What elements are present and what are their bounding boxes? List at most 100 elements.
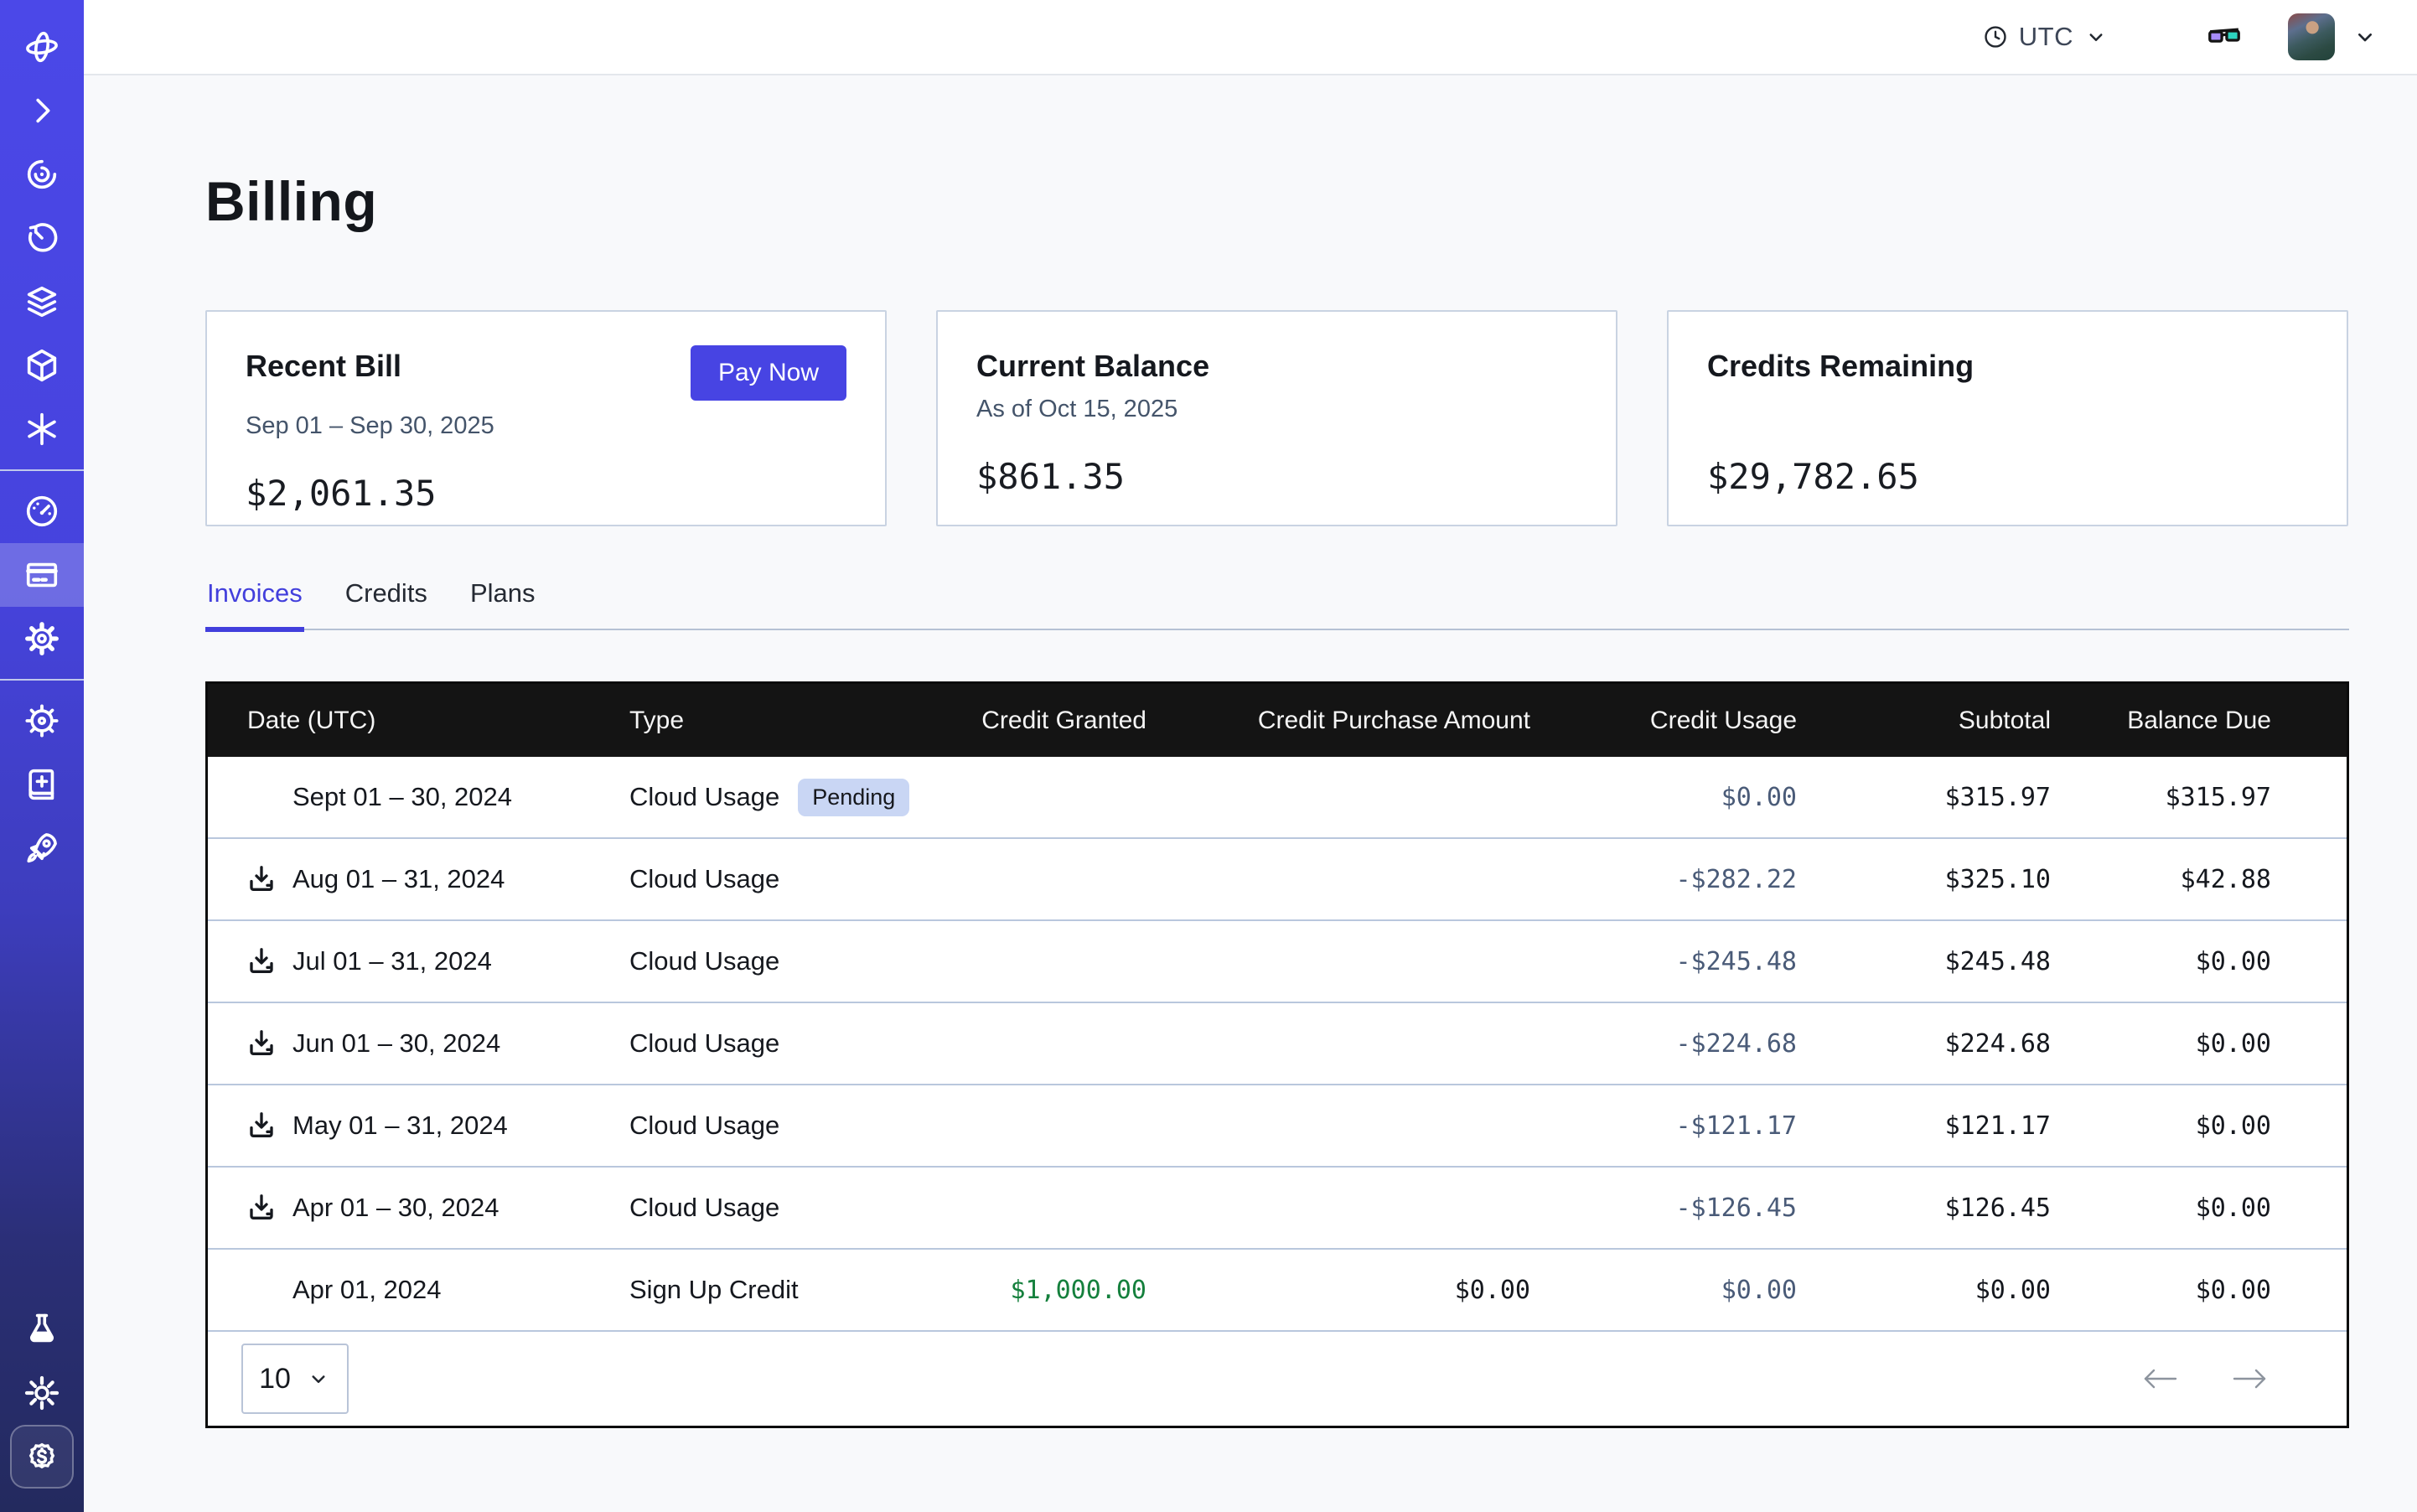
invoices-table: Date (UTC) Type Credit Granted Credit Pu… — [205, 681, 2349, 1428]
download-invoice-icon[interactable] — [245, 945, 278, 978]
sun-icon[interactable] — [0, 1361, 84, 1425]
credits-remaining-card: Credits Remaining $29,782.65 — [1667, 310, 2348, 526]
recent-bill-card: Recent Bill Pay Now Sep 01 – Sep 30, 202… — [205, 310, 887, 526]
billing-card-icon — [23, 556, 61, 594]
sidebar — [0, 0, 84, 1512]
table-row: Aug 01 – 31, 2024 Cloud Usage -$282.22 $… — [208, 839, 2347, 921]
main-content: Billing Recent Bill Pay Now Sep 01 – Sep… — [84, 75, 2417, 1428]
helm-wheel-icon[interactable] — [0, 689, 84, 753]
tab-credits[interactable]: Credits — [344, 578, 429, 632]
page-size-select[interactable]: 10 — [241, 1344, 349, 1414]
invoice-type: Cloud Usage — [629, 946, 779, 976]
credit-usage-value: $0.00 — [1530, 783, 1797, 812]
credit-usage-value: $0.00 — [1530, 1276, 1797, 1305]
invoice-date: Apr 01, 2024 — [292, 1275, 442, 1305]
prev-page-button[interactable] — [2140, 1365, 2179, 1392]
card-amount: $2,061.35 — [246, 473, 846, 514]
credit-usage-value: -$224.68 — [1530, 1029, 1797, 1059]
download-invoice-icon[interactable] — [245, 1027, 278, 1060]
col-balance-due: Balance Due — [2051, 707, 2271, 735]
cube-icon[interactable] — [0, 334, 84, 397]
card-subtitle: As of Oct 15, 2025 — [976, 396, 1577, 426]
topbar: UTC — [84, 0, 2417, 75]
credit-usage-value: -$282.22 — [1530, 865, 1797, 894]
col-credit-granted: Credit Granted — [923, 707, 1146, 735]
col-subtotal: Subtotal — [1797, 707, 2051, 735]
clock-icon — [1982, 23, 2009, 50]
timezone-label: UTC — [2019, 22, 2073, 52]
col-credit-purchase: Credit Purchase Amount — [1146, 707, 1530, 735]
chevron-right-icon[interactable] — [0, 79, 84, 142]
asterisk-icon[interactable] — [0, 397, 84, 461]
tab-invoices[interactable]: Invoices — [205, 578, 304, 632]
next-page-button[interactable] — [2231, 1365, 2269, 1392]
glasses-button[interactable] — [2206, 18, 2243, 55]
subtotal-value: $315.97 — [1797, 783, 2051, 812]
subtotal-value: $325.10 — [1797, 865, 2051, 894]
spiral-scan-icon[interactable] — [0, 142, 84, 206]
tab-plans[interactable]: Plans — [468, 578, 537, 632]
subtotal-value: $224.68 — [1797, 1029, 2051, 1059]
status-badge: Pending — [798, 779, 909, 816]
col-credit-usage: Credit Usage — [1530, 707, 1797, 735]
credit-granted-value: $1,000.00 — [923, 1276, 1146, 1305]
subtotal-value: $0.00 — [1797, 1276, 2051, 1305]
chevron-down-icon — [2083, 24, 2109, 49]
table-row: Jul 01 – 31, 2024 Cloud Usage -$245.48 $… — [208, 921, 2347, 1003]
download-invoice-icon[interactable] — [245, 1109, 278, 1142]
summary-cards: Recent Bill Pay Now Sep 01 – Sep 30, 202… — [205, 310, 2349, 526]
invoice-type: Cloud Usage — [629, 864, 779, 894]
chevron-down-icon — [306, 1366, 331, 1391]
user-avatar — [2288, 13, 2335, 60]
billing-tabs: Invoices Credits Plans — [205, 578, 2349, 630]
invoice-type: Cloud Usage — [629, 782, 779, 812]
book-sparkle-icon[interactable] — [0, 753, 84, 816]
invoice-type: Cloud Usage — [629, 1193, 779, 1223]
invoice-date: Jun 01 – 30, 2024 — [292, 1028, 500, 1059]
table-row: May 01 – 31, 2024 Cloud Usage -$121.17 $… — [208, 1085, 2347, 1168]
card-title: Credits Remaining — [1707, 349, 1974, 384]
invoice-date: Jul 01 – 31, 2024 — [292, 946, 492, 976]
timer-icon[interactable] — [0, 206, 84, 270]
credit-purchase-value: $0.00 — [1146, 1276, 1530, 1305]
pay-now-button[interactable]: Pay Now — [691, 345, 846, 401]
table-row: Sept 01 – 30, 2024 Cloud Usage Pending $… — [208, 757, 2347, 839]
credit-usage-value: -$126.45 — [1530, 1194, 1797, 1223]
table-row: Apr 01, 2024 Sign Up Credit $1,000.00 $0… — [208, 1250, 2347, 1332]
layers-icon[interactable] — [0, 270, 84, 334]
balance-due-value: $42.88 — [2051, 865, 2271, 894]
balance-due-value: $0.00 — [2051, 1194, 2271, 1223]
logo-orbit-icon[interactable] — [0, 15, 84, 79]
sidebar-item-billing[interactable] — [0, 543, 84, 607]
card-subtitle: Sep 01 – Sep 30, 2025 — [246, 412, 846, 443]
subtotal-value: $245.48 — [1797, 947, 2051, 976]
sidebar-divider — [0, 679, 84, 681]
download-invoice-icon[interactable] — [245, 862, 278, 896]
balance-due-value: $0.00 — [2051, 1276, 2271, 1305]
gauge-icon[interactable] — [0, 479, 84, 543]
invoice-date: Apr 01 – 30, 2024 — [292, 1193, 499, 1223]
table-footer: 10 — [208, 1332, 2347, 1426]
card-amount: $861.35 — [976, 456, 1577, 497]
credit-usage-value: -$121.17 — [1530, 1111, 1797, 1141]
balance-due-value: $0.00 — [2051, 1111, 2271, 1141]
col-date: Date (UTC) — [208, 707, 629, 735]
balance-due-value: $315.97 — [2051, 783, 2271, 812]
page-title: Billing — [205, 169, 2349, 233]
rocket-icon[interactable] — [0, 816, 84, 880]
invoice-date: May 01 – 31, 2024 — [292, 1111, 508, 1141]
flask-icon[interactable] — [0, 1297, 84, 1361]
dollar-badge-button[interactable] — [10, 1425, 74, 1489]
gear-icon[interactable] — [0, 607, 84, 671]
timezone-selector[interactable]: UTC — [1982, 22, 2109, 52]
page-size-value: 10 — [259, 1363, 291, 1395]
table-row: Apr 01 – 30, 2024 Cloud Usage -$126.45 $… — [208, 1168, 2347, 1250]
download-invoice-icon[interactable] — [245, 1191, 278, 1225]
chevron-down-icon — [2352, 23, 2378, 50]
table-body: Sept 01 – 30, 2024 Cloud Usage Pending $… — [208, 757, 2347, 1332]
pagination — [2140, 1365, 2269, 1392]
balance-due-value: $0.00 — [2051, 1029, 2271, 1059]
invoice-date: Aug 01 – 31, 2024 — [292, 864, 505, 894]
account-menu[interactable] — [2288, 13, 2378, 60]
credit-usage-value: -$245.48 — [1530, 947, 1797, 976]
